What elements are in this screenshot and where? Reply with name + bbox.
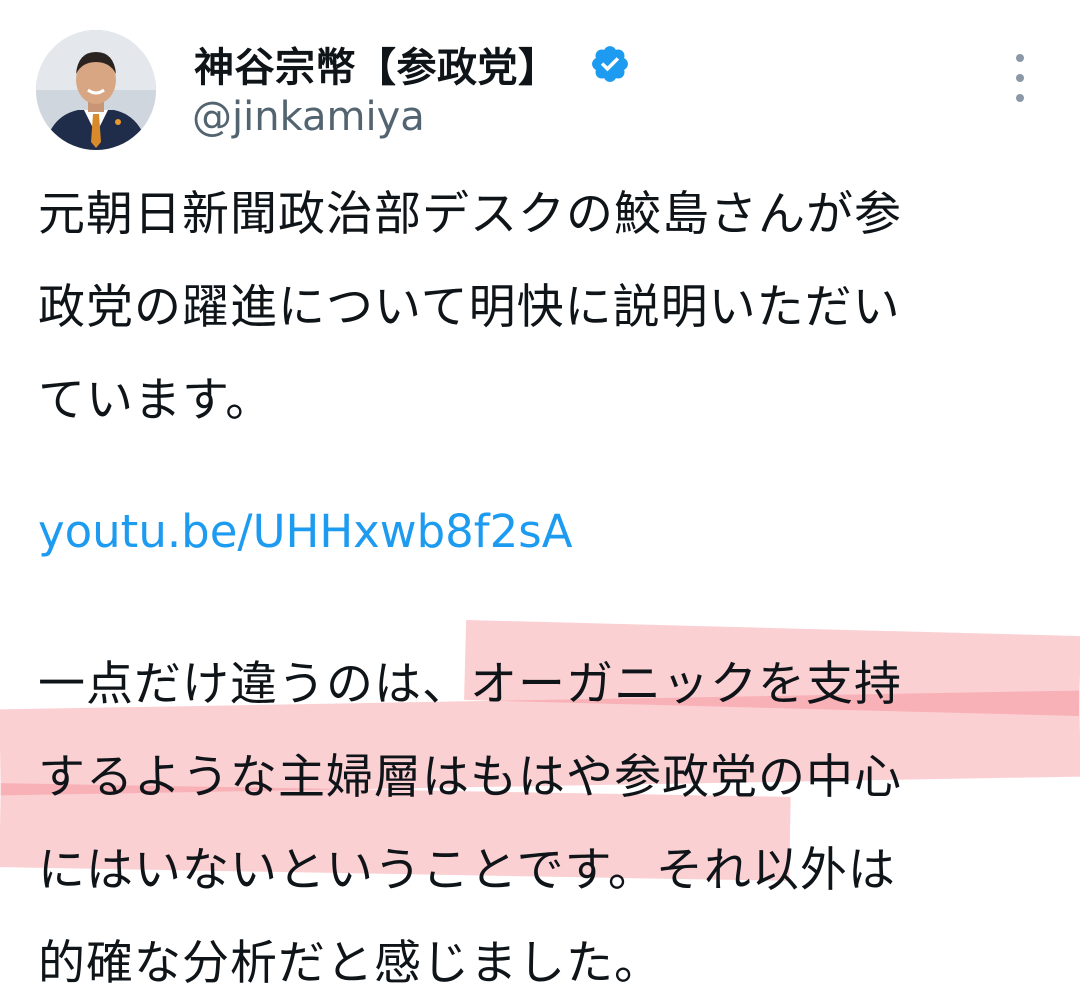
handle[interactable]: @jinkamiya [192,94,425,140]
more-vertical-icon [1016,54,1024,62]
tweet-text-line: にはいないということです。それ以外は [38,843,896,898]
tweet: 神谷宗幣【参政党】 @jinkamiya 元朝日新聞政治部デスクの鮫島さんが参 … [0,0,1080,1001]
more-vertical-icon-dot [1016,94,1024,102]
avatar[interactable] [36,30,156,150]
tweet-text-line: 一点だけ違うのは、オーガニックを支持 [38,657,902,712]
tweet-text-line: ています。 [38,373,274,428]
more-vertical-icon-dot [1016,74,1024,82]
tweet-text-line: 元朝日新聞政治部デスクの鮫島さんが参 [38,187,902,242]
display-name[interactable]: 神谷宗幣【参政党】 [194,35,559,93]
tweet-text-line: 政党の躍進について明快に説明いただい [38,280,901,335]
more-options-button[interactable] [1002,54,1038,102]
youtube-link[interactable]: youtu.be/UHHxwb8f2sA [38,492,573,572]
tweet-text-paragraph-1: 元朝日新聞政治部デスクの鮫島さんが参 政党の躍進について明快に説明いただい てい… [38,168,1050,447]
tweet-text-paragraph-2: 一点だけ違うのは、オーガニックを支持 するような主婦層はもはや参政党の中心 には… [38,638,1050,1001]
verified-badge-icon [589,43,631,85]
tweet-text-line: 的確な分析だと感じました。 [38,936,662,991]
tweet-text-line: するような主婦層はもはや参政党の中心 [38,750,902,805]
avatar-photo [36,30,156,150]
author-row: 神谷宗幣【参政党】 [194,36,631,92]
